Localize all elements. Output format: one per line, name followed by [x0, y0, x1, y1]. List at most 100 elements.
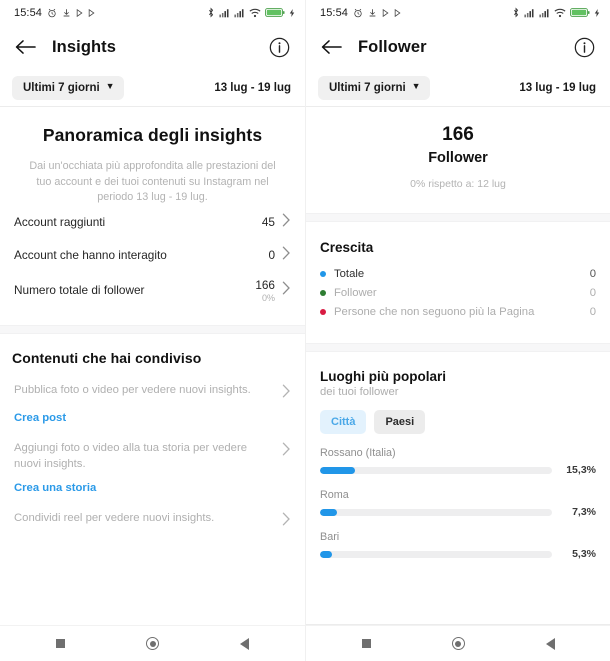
section-divider-band: [0, 324, 305, 334]
recents-button[interactable]: [48, 631, 74, 657]
bluetooth-icon: [207, 7, 215, 18]
home-circle-icon: [451, 637, 465, 650]
chevron-down-icon: ▼: [105, 81, 115, 91]
place-bar-item: Bari 5,3%: [320, 531, 596, 560]
bar-fill: [320, 508, 337, 516]
legend-dot-icon: [320, 308, 326, 315]
back-nav-button[interactable]: [232, 631, 258, 657]
follower-label: Follower: [428, 150, 488, 166]
metric-values: 0: [268, 248, 275, 262]
metric-value: 0: [268, 248, 275, 263]
create-post-link[interactable]: Crea post: [12, 403, 293, 424]
status-time: 15:54: [14, 6, 43, 19]
place-percent: 7,3%: [572, 506, 596, 518]
follower-count: 166: [442, 124, 474, 145]
back-triangle-icon: [240, 637, 249, 650]
create-story-link[interactable]: Crea una storia: [12, 473, 293, 494]
right-phone-panel: 15:54 Follower Ultimi 7 giorni ▼ 13 lug …: [305, 0, 610, 661]
metric-value: 45: [261, 215, 275, 230]
content-item-text: Aggiungi foto o video alla tua storia pe…: [14, 441, 247, 470]
chevron-right-icon: [276, 383, 291, 403]
metric-row-account-raggiunti[interactable]: Account raggiunti 45: [12, 206, 293, 239]
home-button[interactable]: [445, 631, 471, 657]
growth-row-unfollow: Persone che non seguono più la Pagina 0: [320, 302, 596, 321]
alarm-icon: [353, 8, 363, 18]
metric-right: 45: [262, 213, 291, 232]
place-bar-item: Roma 7,3%: [320, 489, 596, 518]
download-icon: [368, 8, 377, 18]
bluetooth-icon: [512, 7, 520, 18]
content-item-reel[interactable]: Condividi reel per vedere nuovi insights…: [12, 494, 293, 531]
metric-label: Numero totale di follower: [14, 283, 145, 298]
shared-content-section: Contenuti che hai condiviso Pubblica fot…: [0, 334, 305, 531]
section-divider-band: [306, 343, 610, 352]
metric-values: 45: [262, 215, 275, 229]
metric-row-account-interagito[interactable]: Account che hanno interagito 0: [12, 239, 293, 272]
metric-values: 166 0%: [255, 278, 275, 303]
legend-dot-icon: [320, 289, 326, 296]
date-range-selector[interactable]: Ultimi 7 giorni ▼: [318, 75, 430, 100]
status-time: 15:54: [320, 6, 349, 19]
signal-icon: [539, 8, 550, 18]
chevron-right-icon: [282, 213, 291, 232]
home-button[interactable]: [140, 631, 166, 657]
chevron-down-icon: ▼: [411, 81, 421, 91]
recents-square-icon: [56, 639, 65, 648]
place-name: Roma: [320, 489, 349, 501]
growth-label: Follower: [334, 286, 377, 299]
chevron-right-icon: [282, 281, 291, 300]
chevron-right-icon: [276, 511, 291, 531]
back-button[interactable]: [318, 34, 344, 60]
growth-row-follower: Follower 0: [320, 283, 596, 302]
overview-section: Panoramica degli insights Dai un'occhiat…: [0, 107, 305, 206]
info-button[interactable]: [267, 35, 291, 59]
app-bar-left: Insights: [0, 25, 305, 69]
content-item-post[interactable]: Pubblica foto o video per vedere nuovi i…: [12, 366, 293, 403]
page-title: Follower: [358, 37, 427, 56]
page-title: Insights: [52, 37, 117, 56]
tab-paesi[interactable]: Paesi: [374, 410, 426, 434]
content-item-text: Condividi reel per vedere nuovi insights…: [14, 511, 215, 524]
tab-citta[interactable]: Città: [320, 410, 367, 434]
info-button[interactable]: [572, 35, 596, 59]
metric-right: 166 0%: [255, 278, 291, 303]
date-range-text: 13 lug - 19 lug: [519, 81, 596, 94]
top-places-subtitle: dei tuoi follower: [320, 386, 399, 398]
date-range-selector-label: Ultimi 7 giorni: [329, 81, 406, 94]
metric-row-totale-follower[interactable]: Numero totale di follower 166 0%: [12, 272, 293, 309]
growth-value: 0: [589, 286, 596, 299]
growth-label: Persone che non seguono più la Pagina: [334, 305, 535, 318]
content-item-story[interactable]: Aggiungi foto o video alla tua storia pe…: [12, 424, 293, 473]
info-circle-icon: [574, 37, 595, 58]
play-icon: [88, 8, 95, 17]
place-percent: 15,3%: [566, 464, 596, 476]
content-item-text: Pubblica foto o video per vedere nuovi i…: [14, 383, 251, 396]
bar-fill: [320, 466, 356, 474]
growth-title: Crescita: [320, 240, 374, 255]
follower-comparison: 0% rispetto a: 12 lug: [410, 178, 506, 190]
metric-subvalue: 0%: [261, 292, 275, 303]
info-circle-icon: [269, 37, 290, 58]
recents-square-icon: [361, 639, 371, 648]
place-bar-line: 7,3%: [320, 506, 596, 518]
bar-track: [320, 508, 552, 516]
recents-button[interactable]: [353, 631, 379, 657]
chevron-right-icon: [282, 246, 291, 265]
play-icon: [382, 8, 389, 17]
bar-fill: [320, 550, 333, 558]
growth-section: Crescita Totale 0 Follower 0 Persone che…: [306, 222, 610, 321]
place-name: Bari: [320, 531, 340, 543]
back-button[interactable]: [12, 34, 38, 60]
date-range-selector[interactable]: Ultimi 7 giorni ▼: [12, 75, 124, 100]
system-nav-bar-right: [306, 625, 610, 661]
place-percent: 5,3%: [572, 548, 596, 560]
signal-icon: [234, 8, 245, 18]
battery-icon: [570, 7, 590, 18]
growth-label: Totale: [334, 267, 365, 280]
play-icon: [394, 8, 401, 17]
back-nav-button[interactable]: [537, 631, 563, 657]
growth-value: 0: [589, 267, 596, 280]
app-bar-right: Follower: [306, 25, 610, 69]
